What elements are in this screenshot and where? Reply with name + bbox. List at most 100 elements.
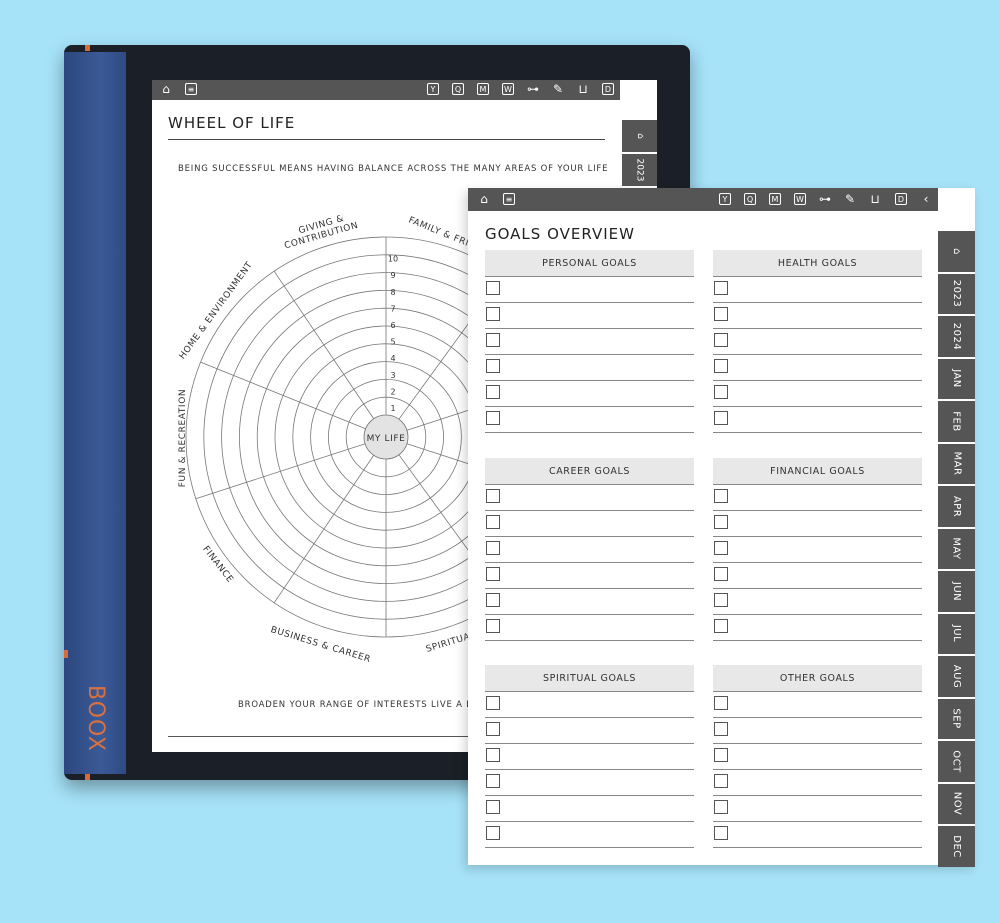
goal-checkbox[interactable] [714, 593, 728, 607]
goal-row[interactable] [713, 822, 922, 848]
goal-checkbox[interactable] [714, 619, 728, 633]
goal-row[interactable] [713, 770, 922, 796]
goal-row[interactable] [485, 822, 694, 848]
week-link[interactable]: W [502, 83, 514, 95]
tab-home[interactable]: ⌂ [622, 120, 657, 152]
goal-checkbox[interactable] [486, 774, 500, 788]
tab-apr[interactable]: APR [938, 486, 975, 527]
goal-row[interactable] [713, 796, 922, 822]
goal-checkbox[interactable] [714, 385, 728, 399]
goal-checkbox[interactable] [714, 411, 728, 425]
tab-year-2023[interactable]: 2023 [622, 154, 657, 186]
quarter-link[interactable]: Q [744, 193, 756, 205]
goal-row[interactable] [485, 770, 694, 796]
goal-row[interactable] [713, 537, 922, 563]
year-link[interactable]: Y [427, 83, 439, 95]
goal-row[interactable] [713, 563, 922, 589]
goal-checkbox[interactable] [486, 826, 500, 840]
goal-checkbox[interactable] [714, 774, 728, 788]
goal-checkbox[interactable] [486, 515, 500, 529]
goal-checkbox[interactable] [714, 541, 728, 555]
goal-checkbox[interactable] [714, 722, 728, 736]
week-link[interactable]: W [794, 193, 806, 205]
goal-checkbox[interactable] [486, 696, 500, 710]
tab-feb[interactable]: FEB [938, 401, 975, 442]
goal-checkbox[interactable] [486, 333, 500, 347]
goal-row[interactable] [485, 718, 694, 744]
tab-may[interactable]: MAY [938, 528, 975, 569]
goal-checkbox[interactable] [486, 541, 500, 555]
goal-checkbox[interactable] [486, 411, 500, 425]
goal-checkbox[interactable] [714, 307, 728, 321]
chevron-left-icon[interactable]: ‹ [920, 193, 932, 205]
goal-row[interactable] [485, 537, 694, 563]
goal-checkbox[interactable] [486, 567, 500, 581]
goal-checkbox[interactable] [714, 696, 728, 710]
goal-row[interactable] [485, 303, 694, 329]
month-link[interactable]: M [769, 193, 781, 205]
tab-jan[interactable]: JAN [938, 358, 975, 399]
goal-row[interactable] [713, 692, 922, 718]
tab-aug[interactable]: AUG [938, 656, 975, 697]
goal-row[interactable] [713, 407, 922, 433]
month-link[interactable]: M [477, 83, 489, 95]
goal-row[interactable] [713, 744, 922, 770]
goal-row[interactable] [485, 277, 694, 303]
tab-jul[interactable]: JUL [938, 613, 975, 654]
tab-oct[interactable]: OCT [938, 741, 975, 782]
dumbbell-icon[interactable]: ⊶ [527, 83, 539, 95]
dumbbell-icon[interactable]: ⊶ [819, 193, 831, 205]
goal-row[interactable] [485, 692, 694, 718]
tab-dec[interactable]: DEC [938, 826, 975, 867]
goal-checkbox[interactable] [714, 359, 728, 373]
tab-mar[interactable]: MAR [938, 443, 975, 484]
goal-checkbox[interactable] [486, 593, 500, 607]
tab-home[interactable]: ⌂ [938, 231, 975, 272]
quarter-link[interactable]: Q [452, 83, 464, 95]
goal-row[interactable] [485, 563, 694, 589]
tab-jun[interactable]: JUN [938, 571, 975, 612]
goal-row[interactable] [485, 589, 694, 615]
goal-row[interactable] [485, 615, 694, 641]
tab-2024[interactable]: 2024 [938, 316, 975, 357]
goal-checkbox[interactable] [486, 800, 500, 814]
goal-row[interactable] [713, 718, 922, 744]
goal-checkbox[interactable] [486, 619, 500, 633]
goal-row[interactable] [713, 303, 922, 329]
goal-row[interactable] [485, 329, 694, 355]
day-link[interactable]: D [895, 193, 907, 205]
basket-icon[interactable]: ⊔ [869, 193, 881, 205]
goal-row[interactable] [485, 355, 694, 381]
tab-nov[interactable]: NOV [938, 783, 975, 824]
goal-checkbox[interactable] [714, 748, 728, 762]
goal-checkbox[interactable] [714, 489, 728, 503]
goal-checkbox[interactable] [714, 281, 728, 295]
goal-checkbox[interactable] [714, 515, 728, 529]
goal-row[interactable] [713, 355, 922, 381]
basket-icon[interactable]: ⊔ [577, 83, 589, 95]
goal-row[interactable] [713, 589, 922, 615]
tools-icon[interactable]: ✎ [844, 193, 856, 205]
goal-checkbox[interactable] [486, 281, 500, 295]
day-link[interactable]: D [602, 83, 614, 95]
goal-row[interactable] [713, 485, 922, 511]
tab-2023[interactable]: 2023 [938, 273, 975, 314]
goal-checkbox[interactable] [486, 385, 500, 399]
goal-row[interactable] [713, 511, 922, 537]
tools-icon[interactable]: ✎ [552, 83, 564, 95]
goal-checkbox[interactable] [486, 748, 500, 762]
goal-row[interactable] [713, 329, 922, 355]
goal-checkbox[interactable] [714, 333, 728, 347]
goal-checkbox[interactable] [486, 489, 500, 503]
goal-checkbox[interactable] [714, 567, 728, 581]
tab-sep[interactable]: SEP [938, 698, 975, 739]
goal-row[interactable] [485, 796, 694, 822]
year-link[interactable]: Y [719, 193, 731, 205]
goal-checkbox[interactable] [486, 359, 500, 373]
goal-row[interactable] [713, 381, 922, 407]
goal-row[interactable] [485, 407, 694, 433]
home-icon[interactable]: ⌂ [160, 83, 172, 95]
goal-row[interactable] [485, 485, 694, 511]
goal-row[interactable] [485, 381, 694, 407]
goal-checkbox[interactable] [486, 307, 500, 321]
